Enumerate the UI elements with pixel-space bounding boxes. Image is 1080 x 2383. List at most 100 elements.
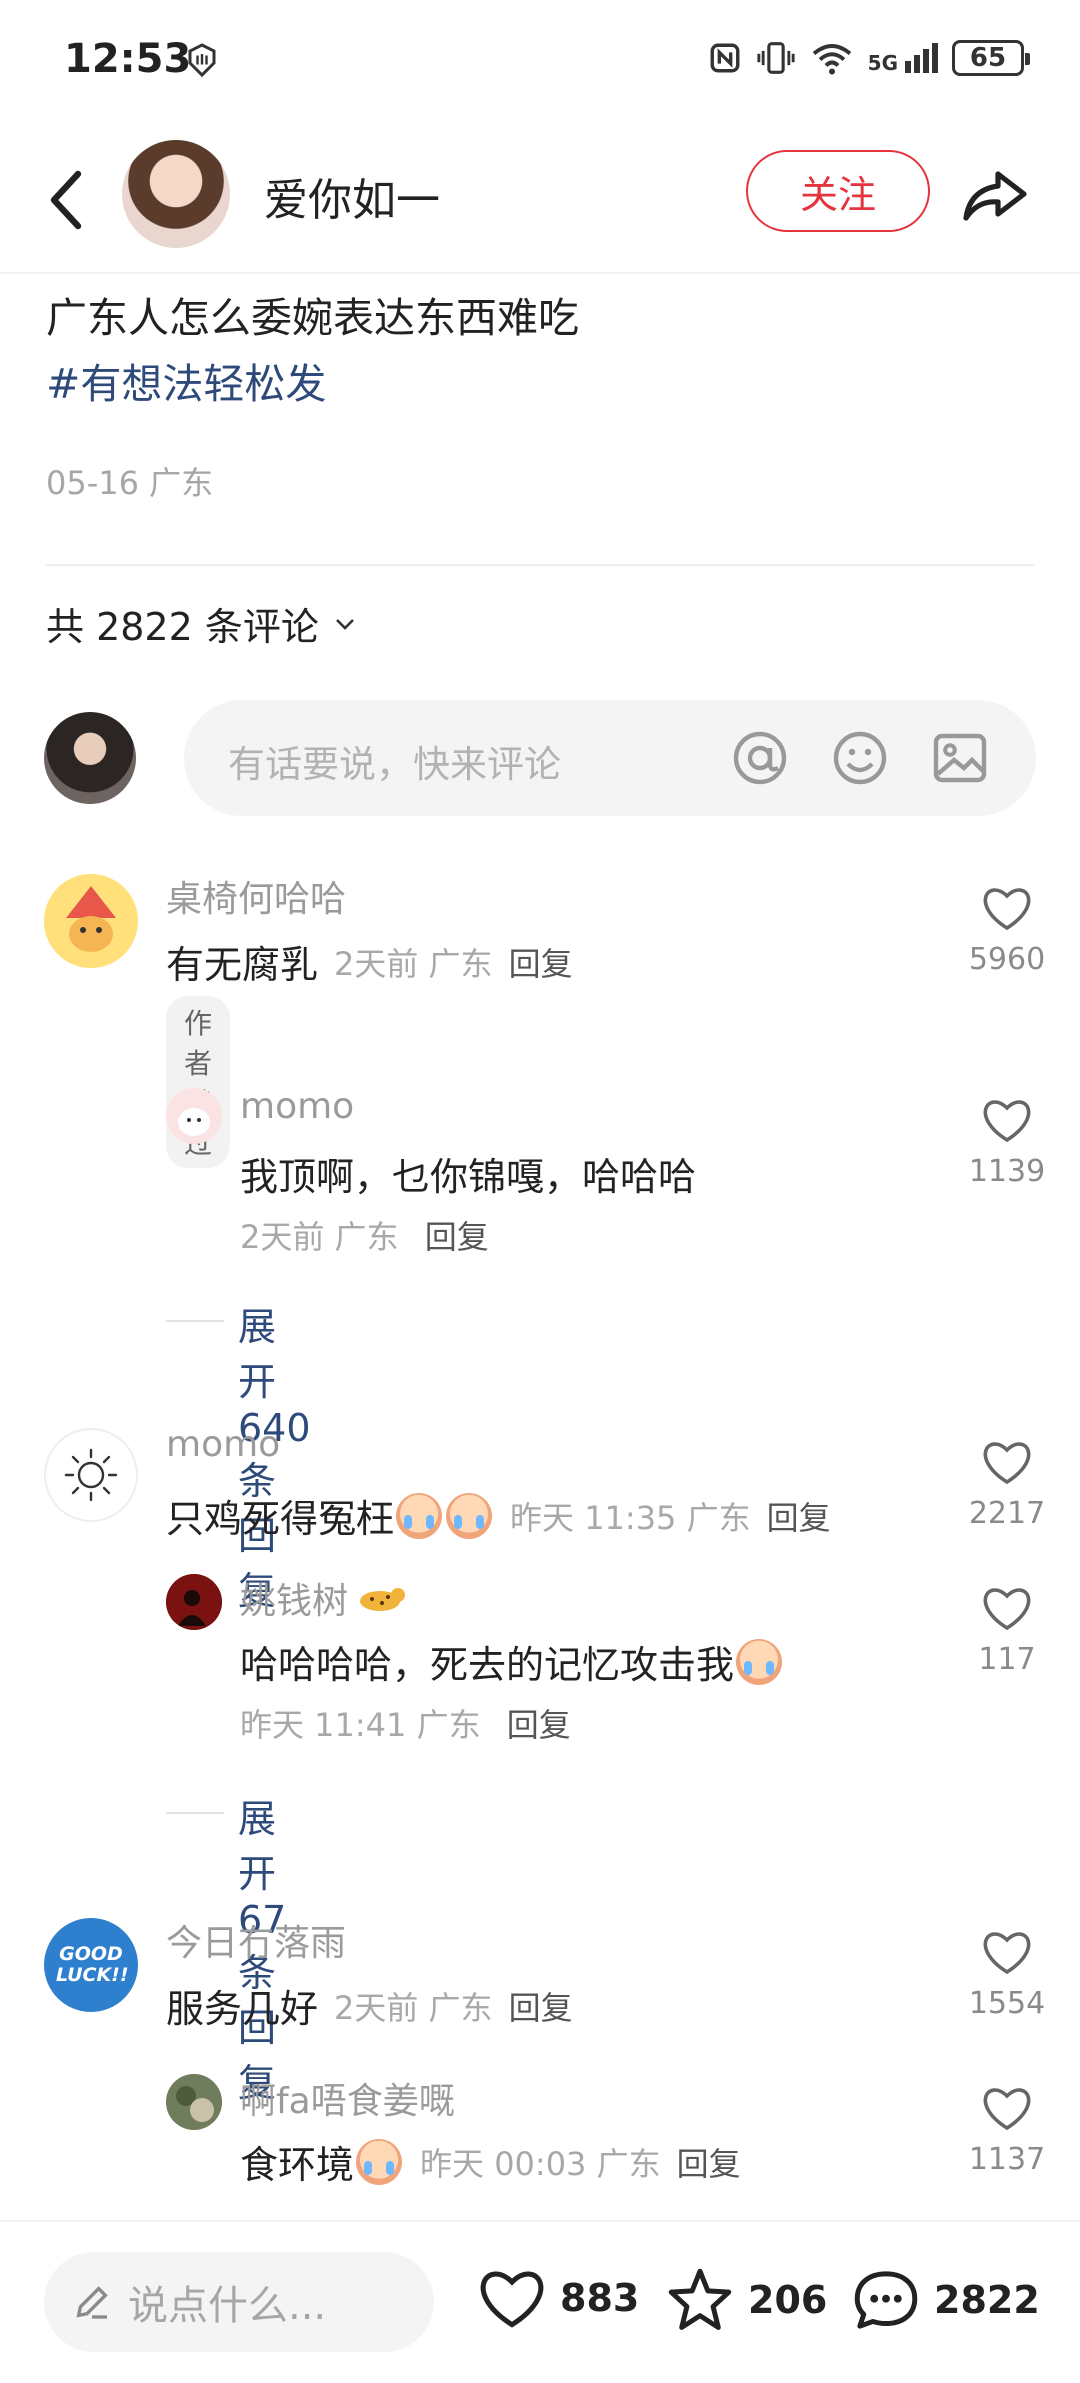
reply-name: 姚钱树 bbox=[240, 1581, 349, 1622]
commenter-name[interactable]: 桌椅何哈哈 bbox=[166, 870, 346, 922]
crying-emoji-icon bbox=[736, 1638, 783, 1685]
heart-icon bbox=[983, 1442, 1031, 1485]
reply-meta: 昨天 11:41 广东 bbox=[240, 1706, 481, 1744]
status-time: 12:53 bbox=[64, 36, 192, 82]
reply-meta: 昨天 00:03 广东 bbox=[420, 2144, 661, 2183]
crying-emoji-icon bbox=[356, 2138, 403, 2185]
reply-button[interactable]: 回复 bbox=[677, 2139, 741, 2185]
reply-avatar[interactable] bbox=[166, 2074, 222, 2130]
comment-count-sort[interactable]: 共 2822 条评论 bbox=[46, 596, 357, 651]
crying-emoji-icon bbox=[396, 1492, 443, 1539]
bottom-input-placeholder: 说点什么... bbox=[128, 2283, 327, 2329]
like-count: 1554 bbox=[968, 1986, 1046, 2021]
reply-avatar[interactable] bbox=[166, 1088, 222, 1144]
comment-body: 只鸡死得冤枉 bbox=[166, 1497, 395, 1541]
comment-count-label: 共 2822 条评论 bbox=[46, 605, 319, 649]
like-count: 5960 bbox=[968, 942, 1046, 977]
expand-divider bbox=[166, 1812, 224, 1814]
heart-icon bbox=[983, 888, 1031, 931]
like-button[interactable]: 1137 bbox=[952, 2084, 1062, 2177]
emoji-icon[interactable] bbox=[830, 728, 890, 788]
reply-name[interactable]: momo bbox=[240, 1086, 354, 1127]
reply-text: 我顶啊，乜你锦嘎，哈哈哈 bbox=[240, 1155, 697, 1199]
cartoon-avatar-icon bbox=[166, 1088, 222, 1144]
reply-text: 哈哈哈哈，死去的记忆攻击我 bbox=[240, 1634, 784, 1689]
pencil-icon bbox=[76, 2286, 108, 2319]
commenter-avatar[interactable] bbox=[44, 1428, 138, 1522]
vibrate-icon bbox=[757, 42, 795, 74]
crying-emoji-icon bbox=[446, 1492, 493, 1539]
heart-icon bbox=[983, 1100, 1031, 1143]
post-comment-count: 2822 bbox=[934, 2278, 1040, 2322]
cellular-signal-icon: 5G bbox=[868, 43, 938, 73]
comment-body: 服务几好 bbox=[166, 1987, 319, 2031]
commenter-name[interactable]: momo bbox=[166, 1424, 280, 1465]
share-button[interactable] bbox=[958, 158, 1030, 230]
reply-name[interactable]: 啊fa唔食姜嘅 bbox=[240, 2072, 455, 2124]
post-text: 广东人怎么委婉表达东西难吃 bbox=[46, 294, 579, 342]
back-button[interactable] bbox=[36, 160, 96, 240]
like-button[interactable]: 117 bbox=[952, 1584, 1062, 1677]
follow-button[interactable]: 关注 bbox=[746, 150, 930, 232]
silhouette-avatar-icon bbox=[166, 1574, 222, 1630]
comment-meta: 2天前 广东 bbox=[334, 1988, 493, 2027]
like-button[interactable]: 1554 bbox=[952, 1928, 1062, 2021]
reply-button[interactable]: 回复 bbox=[425, 1218, 489, 1256]
comment-body: 有无腐乳 bbox=[166, 943, 319, 987]
comment-meta: 2天前 广东 bbox=[334, 944, 493, 983]
like-count: 2217 bbox=[968, 1496, 1046, 1531]
network-type: 5G bbox=[867, 51, 898, 75]
chevron-down-icon bbox=[335, 618, 354, 630]
author-name[interactable]: 爱你如一 bbox=[264, 164, 440, 228]
author-avatar[interactable] bbox=[122, 140, 230, 248]
reply-name-wrap[interactable]: 姚钱树 bbox=[240, 1572, 406, 1624]
reply-meta-line: 昨天 11:41 广东 回复 bbox=[240, 1700, 571, 1746]
cartoon-avatar-icon bbox=[44, 874, 138, 968]
commenter-avatar[interactable] bbox=[44, 874, 138, 968]
comment-input-placeholder: 有话要说，快来评论 bbox=[228, 743, 561, 786]
content-divider bbox=[46, 564, 1034, 566]
like-button[interactable]: 5960 bbox=[952, 884, 1062, 977]
star-icon bbox=[668, 2268, 732, 2330]
status-bar: 12:53 5G 65 bbox=[0, 0, 1080, 120]
battery-level: 65 bbox=[969, 43, 1007, 73]
heart-icon bbox=[480, 2271, 544, 2328]
reply-button[interactable]: 回复 bbox=[767, 1493, 831, 1539]
reply-avatar[interactable] bbox=[166, 1574, 222, 1630]
post-favorite-button[interactable]: 206 bbox=[664, 2266, 827, 2334]
share-arrow-icon bbox=[963, 171, 1027, 221]
reply-meta: 2天前 广东 bbox=[240, 1218, 399, 1256]
heart-icon bbox=[983, 1932, 1031, 1975]
post-favorite-count: 206 bbox=[748, 2278, 828, 2322]
bottom-comment-input[interactable]: 说点什么... bbox=[44, 2252, 434, 2352]
like-count: 117 bbox=[978, 1642, 1036, 1677]
reply-body: 食环境 bbox=[240, 2143, 355, 2187]
comment-meta: 昨天 11:35 广东 bbox=[510, 1498, 751, 1537]
image-icon[interactable] bbox=[930, 728, 990, 788]
comment-input[interactable]: 有话要说，快来评论 bbox=[184, 700, 1036, 816]
like-count: 1139 bbox=[968, 1154, 1046, 1189]
mention-at-icon[interactable] bbox=[730, 728, 790, 788]
like-button[interactable]: 1139 bbox=[952, 1096, 1062, 1189]
like-button[interactable]: 2217 bbox=[952, 1438, 1062, 1531]
my-avatar bbox=[44, 712, 136, 804]
reply-button[interactable]: 回复 bbox=[509, 1983, 573, 2029]
reply-button[interactable]: 回复 bbox=[507, 1706, 571, 1744]
commenter-name[interactable]: 今日冇落雨 bbox=[166, 1914, 346, 1966]
post-comment-button[interactable]: 2822 bbox=[850, 2266, 1040, 2334]
leopard-emoji-icon bbox=[360, 1588, 406, 1611]
photo-avatar-icon bbox=[166, 2074, 222, 2130]
comment-text: 有无腐乳 2天前 广东 回复 bbox=[166, 934, 573, 989]
like-count: 1137 bbox=[968, 2142, 1046, 2177]
commenter-avatar[interactable]: GOOD LUCK!! bbox=[44, 1918, 138, 2012]
gesture-hand-icon bbox=[188, 43, 216, 78]
post-hashtag[interactable]: #有想法轻松发 bbox=[46, 350, 326, 410]
reply-button[interactable]: 回复 bbox=[509, 939, 573, 985]
reply-text: 食环境 昨天 00:03 广东 回复 bbox=[240, 2134, 741, 2189]
heart-icon bbox=[983, 1588, 1031, 1631]
post-like-button[interactable]: 883 bbox=[476, 2266, 639, 2330]
comment-text: 只鸡死得冤枉 昨天 11:35 广东 回复 bbox=[166, 1488, 831, 1543]
post-date-location: 05-16 广东 bbox=[46, 464, 214, 502]
post-like-count: 883 bbox=[560, 2276, 640, 2320]
heart-icon bbox=[983, 2088, 1031, 2131]
